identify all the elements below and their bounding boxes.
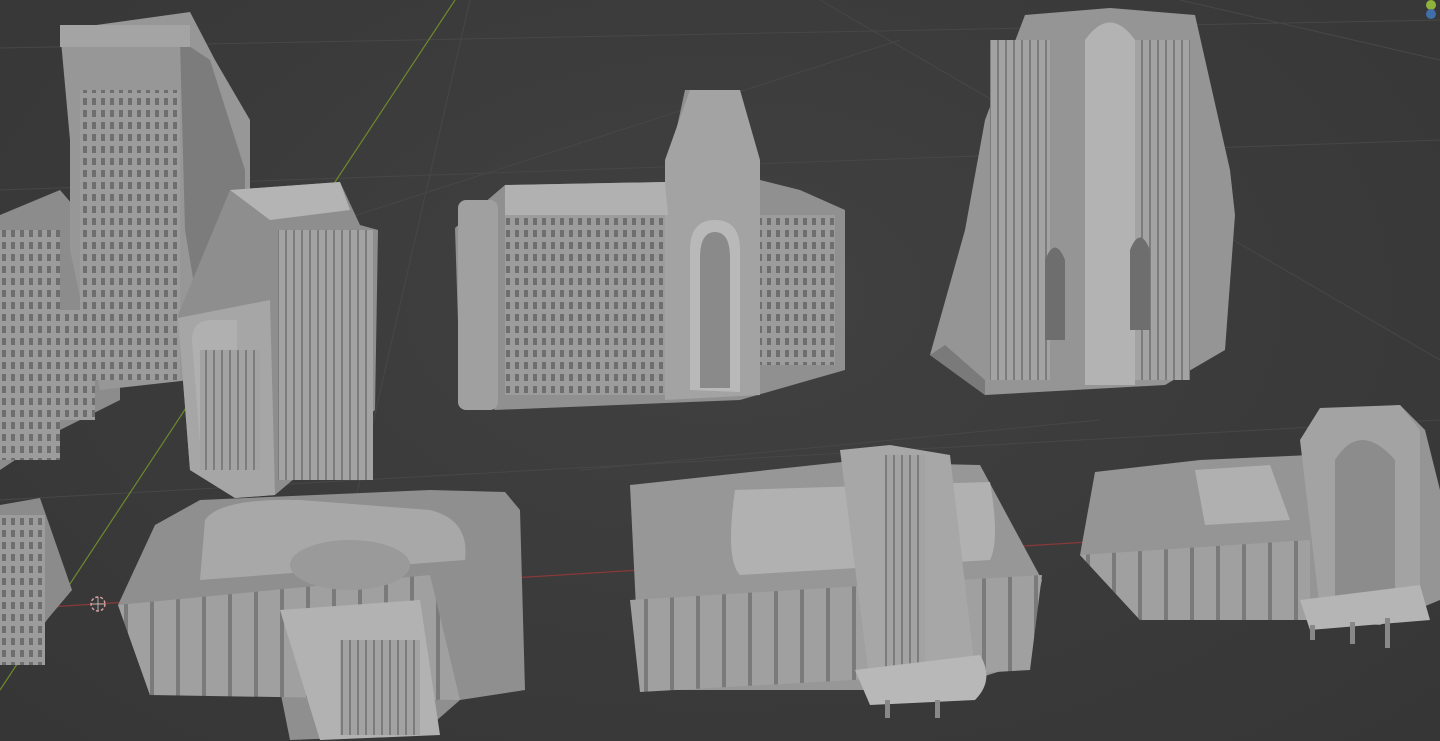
navigation-gizmo-icon[interactable] <box>1424 0 1438 22</box>
low-curved-building[interactable] <box>118 490 525 740</box>
3d-viewport[interactable] <box>0 0 1440 741</box>
gothic-skyscraper[interactable] <box>930 8 1235 395</box>
scene-canvas[interactable] <box>0 0 1440 741</box>
3d-cursor-icon[interactable] <box>90 596 106 612</box>
rounded-hall-building[interactable] <box>630 445 1042 718</box>
edge-building-left[interactable] <box>0 498 72 665</box>
z-axis-handle[interactable] <box>1426 9 1436 19</box>
corner-tower-building[interactable] <box>1080 405 1440 648</box>
central-station-building[interactable] <box>455 90 845 410</box>
